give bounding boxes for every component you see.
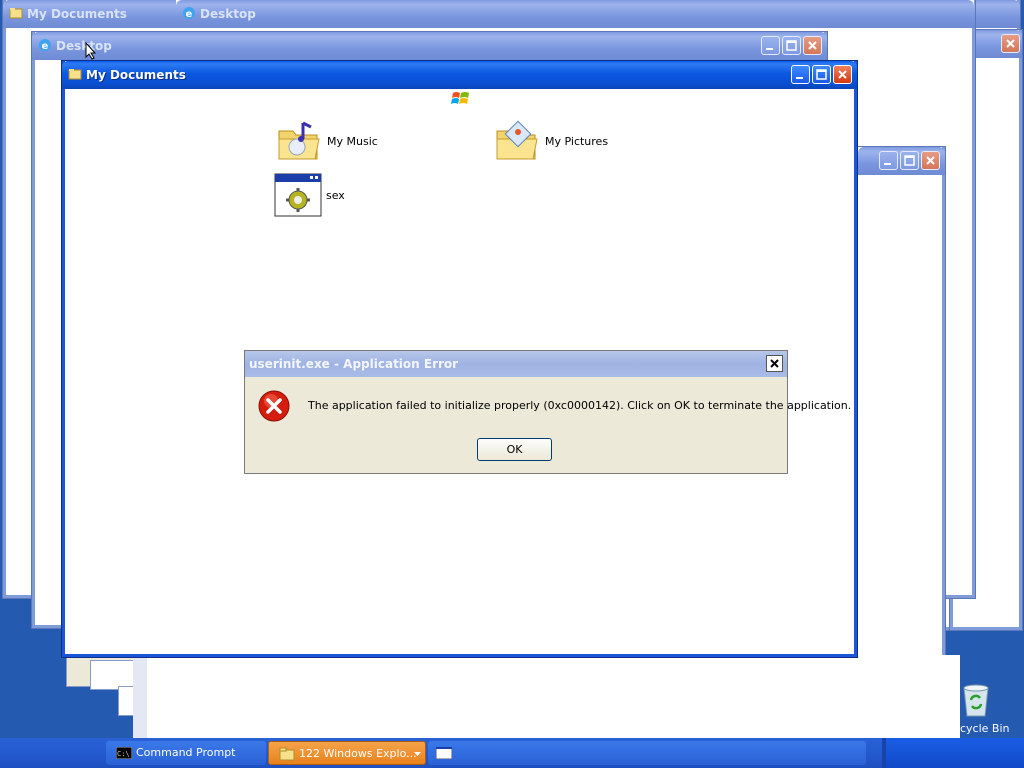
folder-icon [9,8,23,19]
system-tray [886,738,1024,768]
item-label: My Music [327,134,378,148]
window-title: Desktop [56,39,112,53]
maximize-button[interactable] [782,36,801,55]
window-back-top[interactable]: e Desktop [176,0,974,28]
list-item[interactable]: sex [274,173,345,217]
minimize-icon [884,163,891,165]
item-label: My Pictures [545,134,609,148]
maximize-icon [816,69,827,80]
recycle-bin[interactable]: cycle Bin [958,684,1020,736]
close-icon [838,70,847,79]
maximize-button[interactable] [900,151,919,170]
recycle-bin-icon [963,684,989,717]
stacked-frame [133,655,960,738]
titlebar[interactable] [858,147,945,175]
close-icon [926,156,935,165]
close-button[interactable] [921,151,940,170]
pictures-folder-icon [496,120,538,160]
titlebar[interactable]: e Desktop [176,0,974,28]
minimize-button[interactable] [761,36,780,55]
svg-text:e: e [186,9,193,20]
maximize-icon [904,155,915,166]
window-behind-right[interactable] [855,147,945,737]
close-icon [770,359,779,368]
close-button[interactable] [833,65,852,84]
ie-icon: e [183,7,195,20]
list-item[interactable]: My Music [275,117,378,165]
taskbar-item-windows-explorer-group[interactable]: 122 Windows Explo... [268,741,426,765]
desktop: es k My Documents e [0,0,1024,768]
taskbar: C:\ Command Prompt 122 Windows Explo... [0,738,1024,768]
ie-icon: e [39,39,51,52]
folder-icon [68,69,82,80]
maximize-button[interactable] [812,65,831,84]
taskbar-item-command-prompt[interactable]: C:\ Command Prompt [106,741,266,765]
ok-button[interactable]: OK [477,438,552,461]
close-button[interactable] [803,36,822,55]
dialog-title: userinit.exe - Application Error [249,357,459,371]
svg-text:e: e [42,41,49,52]
taskbar-item-label: 122 Windows Explo... [299,747,417,760]
taskbar-item-window[interactable] [428,741,866,765]
dialog-close-button[interactable] [766,355,783,372]
command-prompt-icon: C:\ [116,747,132,759]
maximize-icon [786,40,797,51]
folder-icon [279,747,295,761]
minimize-icon [796,77,803,79]
cursor-icon [85,42,97,60]
error-icon [258,390,290,422]
minimize-icon [766,48,773,50]
item-label: sex [326,188,345,202]
windows-logo-icon [451,92,469,104]
recycle-bin-label: cycle Bin [960,722,1010,735]
window-icon [436,747,452,759]
window-title: Desktop [200,7,256,21]
taskbar-item-label: Command Prompt [136,746,236,759]
minimize-button[interactable] [791,65,810,84]
list-item[interactable]: My Pictures [493,117,608,165]
svg-text:C:\: C:\ [117,750,130,758]
window-content [858,175,942,734]
close-icon [808,41,817,50]
chevron-down-icon [414,752,421,757]
close-icon [1006,39,1015,48]
dialog-message: The application failed to initialize pro… [308,399,852,412]
error-dialog[interactable]: userinit.exe - Application Error The app… [244,350,851,474]
dialog-titlebar[interactable]: userinit.exe - Application Error [245,351,787,377]
music-folder-icon [278,121,320,160]
titlebar[interactable]: e Desktop [32,32,827,60]
window-title: My Documents [86,68,186,82]
minimize-button[interactable] [879,151,898,170]
close-button[interactable] [1001,34,1020,53]
executable-icon [274,173,322,217]
titlebar[interactable]: My Documents [62,61,857,89]
window-title: My Documents [27,7,127,21]
